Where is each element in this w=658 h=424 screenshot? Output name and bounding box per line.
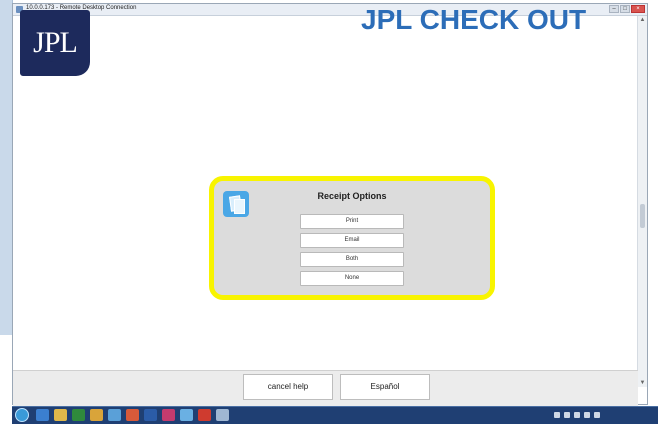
power-icon[interactable]	[594, 412, 600, 418]
scroll-up-icon[interactable]: ▲	[639, 16, 646, 24]
powerpoint-icon[interactable]	[198, 409, 211, 421]
maximize-button[interactable]: □	[620, 5, 630, 13]
none-button[interactable]: None	[300, 271, 404, 286]
bottom-action-bar: cancel help Español	[13, 370, 638, 407]
page-title: JPL CHECK OUT	[361, 4, 587, 35]
paint-icon[interactable]	[216, 409, 229, 421]
espanol-button[interactable]: Español	[340, 374, 430, 400]
media-icon[interactable]	[72, 409, 85, 421]
outlook-icon[interactable]	[162, 409, 175, 421]
scroll-down-icon[interactable]: ▼	[639, 379, 646, 387]
minimize-button[interactable]: –	[609, 5, 619, 13]
ie-icon[interactable]	[36, 409, 49, 421]
remote-desktop-window: 10.0.0.173 - Remote Desktop Connection –…	[12, 3, 648, 407]
folder-icon[interactable]	[126, 409, 139, 421]
windows-taskbar	[12, 406, 658, 424]
explorer-icon[interactable]	[54, 409, 67, 421]
flag-icon[interactable]	[564, 412, 570, 418]
start-orb-icon[interactable]	[15, 408, 29, 422]
volume-icon[interactable]	[584, 412, 590, 418]
network-icon[interactable]	[574, 412, 580, 418]
close-button[interactable]: ×	[631, 5, 645, 13]
cancel-help-button[interactable]: cancel help	[243, 374, 333, 400]
word-icon[interactable]	[144, 409, 157, 421]
tray-arrow-icon[interactable]	[554, 412, 560, 418]
remote-icon[interactable]	[180, 409, 193, 421]
email-button[interactable]: Email	[300, 233, 404, 248]
chrome-icon[interactable]	[90, 409, 103, 421]
dialog-title: Receipt Options	[317, 191, 387, 201]
system-tray	[554, 409, 654, 421]
window-controls: – □ ×	[609, 5, 645, 13]
app-icon[interactable]	[108, 409, 121, 421]
both-button[interactable]: Both	[300, 252, 404, 267]
receipt-options-dialog: Receipt Options Print Email Both None	[209, 176, 495, 300]
vertical-scrollbar[interactable]: ▲ ▼	[637, 16, 647, 387]
print-button[interactable]: Print	[300, 214, 404, 229]
jpl-logo: JPL	[20, 10, 90, 76]
scroll-thumb[interactable]	[640, 204, 645, 228]
